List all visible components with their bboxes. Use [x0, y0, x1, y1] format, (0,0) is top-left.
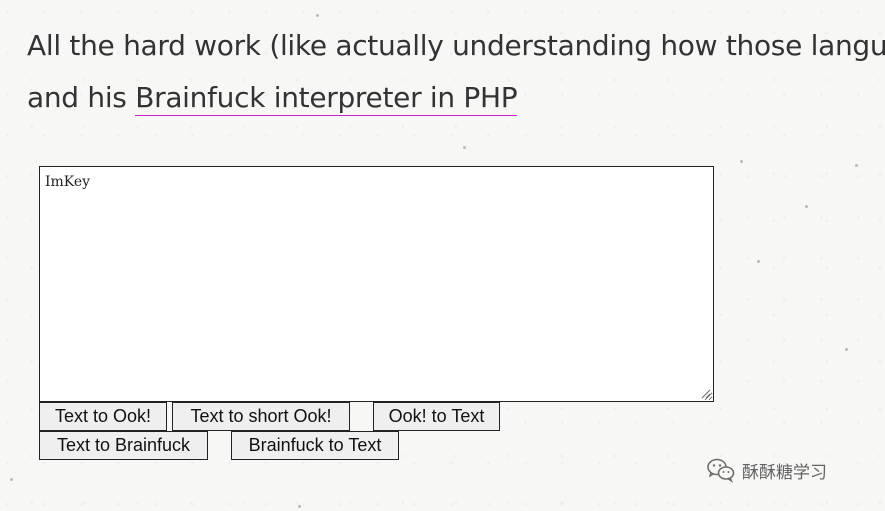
- article-line-2: and his Brainfuck interpreter in PHP: [27, 72, 885, 124]
- background-speck: [757, 260, 760, 263]
- page: All the hard work (like actually underst…: [0, 0, 885, 511]
- article-line-1: All the hard work (like actually underst…: [27, 29, 885, 62]
- background-speck: [316, 14, 319, 17]
- text-to-ook-button[interactable]: Text to Ook!: [39, 402, 167, 431]
- article-paragraph: All the hard work (like actually underst…: [27, 20, 885, 124]
- brainfuck-interpreter-link[interactable]: Brainfuck interpreter in PHP: [135, 81, 518, 116]
- brainfuck-to-text-button[interactable]: Brainfuck to Text: [231, 431, 399, 460]
- watermark: 酥酥糖学习: [706, 457, 827, 483]
- code-textarea[interactable]: [39, 166, 714, 402]
- text-to-brainfuck-button[interactable]: Text to Brainfuck: [39, 431, 208, 460]
- article-line-2-prefix: and his: [27, 81, 136, 114]
- background-speck: [845, 348, 848, 351]
- watermark-text: 酥酥糖学习: [742, 462, 827, 483]
- background-speck: [298, 505, 301, 508]
- wechat-icon: [707, 458, 735, 483]
- background-speck: [10, 478, 13, 481]
- text-to-short-ook-button[interactable]: Text to short Ook!: [172, 402, 350, 431]
- background-speck: [463, 146, 466, 149]
- background-speck: [805, 205, 808, 208]
- background-speck: [855, 164, 858, 167]
- background-speck: [740, 160, 743, 163]
- ook-to-text-button[interactable]: Ook! to Text: [373, 402, 500, 431]
